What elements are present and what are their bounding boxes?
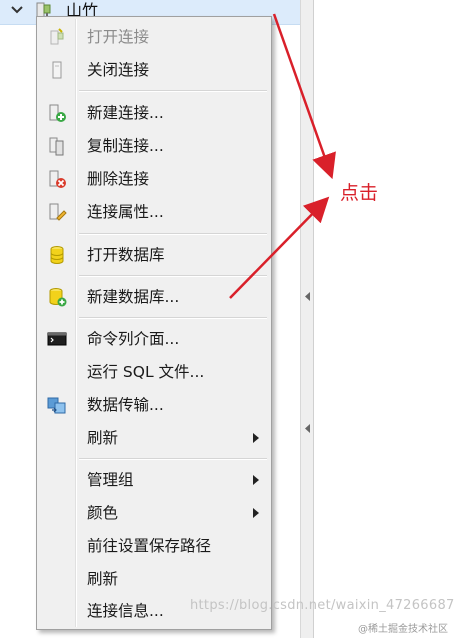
console-icon: [47, 332, 67, 346]
open-connection-icon: [50, 28, 64, 45]
menu-item-refresh[interactable]: 刷新: [39, 563, 269, 595]
menu-item-manage-group[interactable]: 管理组: [39, 464, 269, 496]
watermark-stamp: @稀土掘金技术社区: [358, 624, 448, 635]
delete-connection-icon: [49, 170, 66, 188]
new-database-icon: [49, 288, 67, 307]
data-transfer-icon: [47, 397, 66, 414]
new-connection-icon: [49, 104, 66, 122]
menu-item-goto-settings-path[interactable]: 前往设置保存路径: [39, 530, 269, 562]
menu-item-console[interactable]: 命令列介面...: [39, 323, 269, 355]
tree-scrollbar[interactable]: [300, 0, 314, 638]
scroll-left-arrow-icon[interactable]: [304, 424, 311, 433]
submenu-arrow-icon: [253, 433, 259, 443]
menu-separator: [79, 275, 267, 277]
menu-item-data-transfer[interactable]: 数据传输...: [39, 389, 269, 421]
menu-item-open-database[interactable]: 打开数据库: [39, 239, 269, 271]
submenu-arrow-icon: [253, 508, 259, 518]
submenu-arrow-icon: [253, 475, 259, 485]
menu-item-duplicate-connection[interactable]: 复制连接...: [39, 130, 269, 162]
open-database-icon: [50, 246, 64, 264]
connection-properties-icon: [49, 203, 67, 221]
menu-item-new-connection[interactable]: 新建连接...: [39, 97, 269, 129]
annotation-click-label: 点击: [340, 182, 379, 204]
duplicate-connection-icon: [49, 137, 64, 156]
menu-item-connection-properties[interactable]: 连接属性...: [39, 196, 269, 228]
panel-divider: [313, 0, 314, 638]
close-connection-icon: [52, 61, 62, 79]
menu-item-run-sql-file[interactable]: 运行 SQL 文件...: [39, 356, 269, 388]
menu-separator: [79, 233, 267, 235]
menu-separator: [79, 90, 267, 92]
menu-separator: [79, 317, 267, 319]
menu-item-color[interactable]: 颜色: [39, 497, 269, 529]
context-menu: 打开连接 关闭连接 新建连接... 复制连接... 删除连接 连接属性... 打…: [36, 16, 272, 630]
menu-item-delete-connection[interactable]: 删除连接: [39, 163, 269, 195]
menu-item-new-database[interactable]: 新建数据库...: [39, 281, 269, 313]
chevron-down-icon[interactable]: [10, 2, 24, 18]
menu-item-refresh-submenu[interactable]: 刷新: [39, 422, 269, 454]
menu-separator: [79, 458, 267, 460]
menu-item-close-connection[interactable]: 关闭连接: [39, 54, 269, 86]
watermark-url: https://blog.csdn.net/waixin_47266687: [190, 598, 455, 613]
scroll-left-arrow-icon[interactable]: [304, 292, 311, 301]
menu-item-open-connection[interactable]: 打开连接: [39, 21, 269, 53]
